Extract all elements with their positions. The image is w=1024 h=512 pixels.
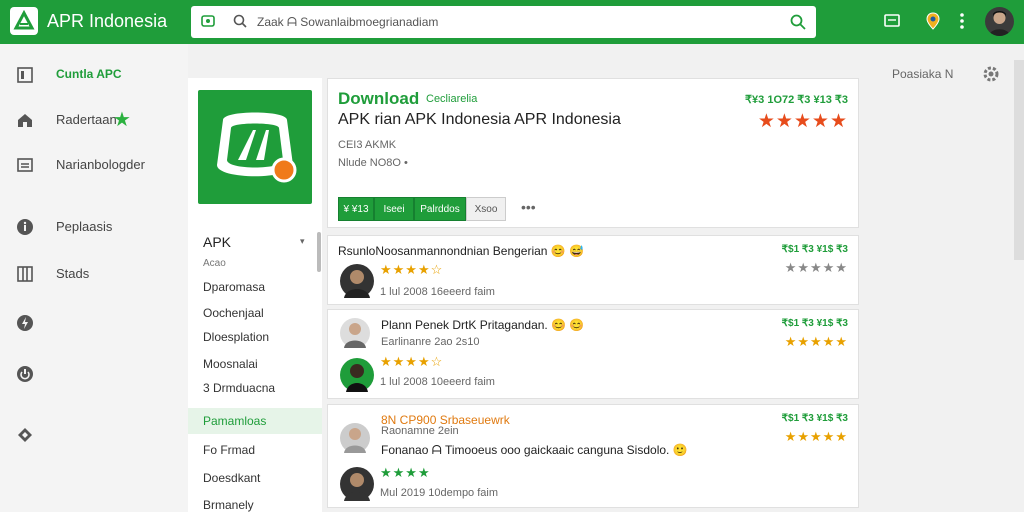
rating-count: ₹¥3 1O72 ₹3 ¥13 ₹3 bbox=[745, 94, 848, 106]
review-stars: ★★★★☆ bbox=[380, 262, 444, 277]
chevron-down-icon[interactable]: ▾ bbox=[300, 236, 305, 247]
app-detail-card: Download Cecliarelia APK rian APK Indone… bbox=[327, 78, 859, 228]
apps-icon[interactable] bbox=[201, 14, 215, 33]
sidebar-item-peplaasis[interactable]: Peplaasis bbox=[0, 212, 188, 240]
info-icon bbox=[16, 218, 34, 236]
location-icon[interactable] bbox=[925, 12, 941, 35]
review-right-stars: ★★★★★ bbox=[784, 429, 848, 444]
filter-item[interactable]: 3 Drmduacna bbox=[203, 381, 275, 395]
filter-item[interactable]: Moosnalai bbox=[203, 357, 258, 371]
search-bar[interactable]: Zaak ᗩ Sowanlaibmoegrianadiam bbox=[191, 6, 816, 38]
sidebar-item-label: Peplaasis bbox=[56, 219, 113, 234]
panel-scrollbar[interactable] bbox=[317, 232, 321, 272]
search-input[interactable]: Zaak ᗩ Sowanlaibmoegrianadiam bbox=[257, 15, 438, 30]
diamond-icon bbox=[16, 426, 34, 444]
top-bar: APR Indonesia Zaak ᗩ Sowanlaibmoegrianad… bbox=[0, 0, 1024, 44]
search-submit-icon[interactable] bbox=[790, 14, 806, 35]
review-date: Mul 2019 10dempo faim bbox=[380, 487, 499, 499]
reviewer-avatar[interactable] bbox=[340, 318, 370, 348]
review-subtitle: Raonamne 2ein bbox=[381, 425, 459, 437]
filter-item[interactable]: Dparomasa bbox=[203, 280, 265, 294]
review-date: 1 lul 2008 10eeerd faim bbox=[380, 376, 495, 388]
gear-icon[interactable] bbox=[982, 65, 1000, 88]
review-card: Plann Penek DrtK Pritagandan. 😊 😊 Earlin… bbox=[327, 309, 859, 399]
reviewer-avatar[interactable] bbox=[340, 358, 374, 392]
reviewer-avatar[interactable] bbox=[340, 264, 374, 298]
page-scrollbar[interactable] bbox=[1014, 60, 1024, 260]
sidebar-item-label: Radertaan bbox=[56, 112, 117, 127]
sidebar-item-label: Cuntla APC bbox=[56, 67, 122, 81]
filter-panel: APK ▾ Acao Dparomasa Oochenjaal Dloespla… bbox=[188, 218, 322, 512]
square-icon bbox=[16, 66, 34, 84]
sidebar-item-label: Stads bbox=[56, 266, 90, 281]
more-vert-icon[interactable] bbox=[958, 12, 966, 35]
review-body: Fonanao ᗩ Timooeus ooo gaickaaic canguna… bbox=[381, 443, 688, 457]
sidebar-item-diamond[interactable] bbox=[0, 420, 188, 448]
filter-item[interactable]: Brmanely bbox=[203, 498, 254, 512]
review-right-stars: ★★★★★ bbox=[784, 334, 848, 349]
app-meta-category: CEI3 AKMK bbox=[338, 139, 397, 151]
app-meta-info: Nlude NO8O • bbox=[338, 157, 408, 169]
share-button[interactable]: Xsoo bbox=[466, 197, 506, 221]
filter-item[interactable]: Dloesplation bbox=[203, 330, 269, 344]
more-options-button[interactable]: ••• bbox=[521, 199, 536, 215]
review-title: Plann Penek DrtK Pritagandan. 😊 😊 bbox=[381, 318, 585, 332]
brand-name: APR Indonesia bbox=[47, 11, 168, 31]
filter-item[interactable]: Oochenjaal bbox=[203, 306, 264, 320]
download-title[interactable]: Download bbox=[338, 89, 419, 109]
home-icon bbox=[16, 111, 34, 129]
rating-stars: ★★★★★ bbox=[757, 111, 848, 132]
sidebar-item-cuntla[interactable]: Cuntla APC bbox=[0, 60, 188, 88]
app-name: APK rian APK Indonesia APR Indonesia bbox=[338, 111, 621, 128]
review-stars: ★★★★☆ bbox=[380, 354, 444, 369]
review-stars: ★★★★ bbox=[380, 465, 431, 480]
star-icon: ★ bbox=[113, 109, 131, 131]
power-icon bbox=[16, 365, 34, 383]
filter-item[interactable]: Doesdkant bbox=[203, 471, 260, 485]
details-button[interactable]: Palrddos bbox=[414, 197, 466, 221]
app-logo-icon[interactable] bbox=[10, 7, 38, 35]
bolt-icon bbox=[16, 314, 34, 332]
grid-icon bbox=[16, 265, 34, 283]
reviewer-avatar[interactable] bbox=[340, 467, 374, 501]
sidebar-item-stads[interactable]: Stads bbox=[0, 259, 188, 287]
download-subtitle: Cecliarelia bbox=[426, 93, 478, 105]
app-icon-card bbox=[188, 78, 322, 218]
reviewer-avatar[interactable] bbox=[340, 423, 370, 453]
search-icon[interactable] bbox=[233, 14, 247, 33]
review-title: RsunloNoosanmannondnian Bengerian 😊 😅 bbox=[338, 244, 585, 258]
install-button[interactable]: Iseei bbox=[374, 197, 414, 221]
review-rating-count: ₹$1 ₹3 ¥1$ ₹3 bbox=[781, 244, 848, 255]
user-avatar[interactable] bbox=[985, 7, 1014, 36]
app-icon[interactable] bbox=[198, 90, 312, 204]
folder-icon[interactable] bbox=[884, 12, 900, 33]
sidebar: Cuntla APC Radertaan ★ Narianbologder Pe… bbox=[0, 44, 188, 512]
review-rating-count: ₹$1 ₹3 ¥1$ ₹3 bbox=[781, 413, 848, 424]
sidebar-item-label: Narianbologder bbox=[56, 157, 145, 172]
download-button[interactable]: ¥ ¥13 bbox=[338, 197, 374, 221]
filter-item-active[interactable]: Pamamloas bbox=[203, 414, 266, 428]
review-card: 8N CP900 Srbaseuewrk Raonamne 2ein Fonan… bbox=[327, 404, 859, 508]
filter-item[interactable]: Fo Frmad bbox=[203, 443, 255, 457]
sidebar-item-power[interactable] bbox=[0, 359, 188, 387]
sidebar-item-bolt[interactable] bbox=[0, 308, 188, 336]
review-date: 1 lul 2008 16eeerd faim bbox=[380, 286, 495, 298]
review-rating-count: ₹$1 ₹3 ¥1$ ₹3 bbox=[781, 318, 848, 329]
review-right-stars: ★★★★★ bbox=[784, 260, 848, 275]
review-card: RsunloNoosanmannondnian Bengerian 😊 😅 ★★… bbox=[327, 235, 859, 305]
list-icon bbox=[16, 156, 34, 174]
sidebar-item-radertaan[interactable]: Radertaan ★ bbox=[0, 105, 188, 133]
review-subtitle: Earlinanre 2ao 2s10 bbox=[381, 336, 480, 348]
position-label[interactable]: Poasiaka N bbox=[892, 67, 953, 81]
filter-heading: APK bbox=[203, 234, 232, 250]
filter-item[interactable]: Acao bbox=[203, 258, 226, 269]
sidebar-item-narian[interactable]: Narianbologder bbox=[0, 150, 188, 178]
